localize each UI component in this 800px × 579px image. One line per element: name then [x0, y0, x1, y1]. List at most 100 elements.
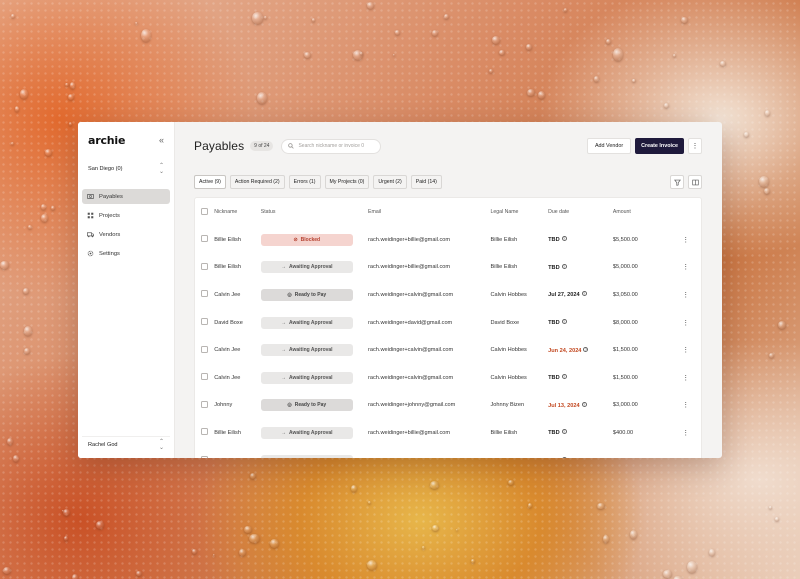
water-drop — [63, 536, 68, 542]
sidebar-item-projects[interactable]: Projects — [82, 208, 170, 223]
payables-table-card: Nickname Status Email Legal Name Due dat… — [194, 197, 702, 458]
chevron-updown-icon: ⌃ ⌄ — [158, 438, 164, 451]
tab-paid[interactable]: Paid (14) — [410, 175, 442, 189]
ready-icon: ◎ — [287, 402, 292, 409]
water-drop — [304, 52, 311, 59]
search-box[interactable] — [281, 138, 382, 154]
help-icon[interactable]: ? — [561, 429, 567, 435]
column-header-amount[interactable]: Amount — [613, 198, 671, 226]
row-more-icon[interactable]: ⋮ — [671, 254, 701, 282]
sidebar-item-settings[interactable]: Settings — [82, 246, 170, 261]
table-row[interactable]: Rihanna →Awaiting Approval rach.weidinger+… — [195, 447, 701, 458]
help-icon[interactable]: ? — [561, 263, 567, 269]
column-header-email[interactable]: Email — [368, 198, 490, 226]
water-drop — [709, 548, 715, 556]
help-icon[interactable]: ? — [561, 457, 567, 458]
cell-amount: $10,000.00 — [613, 447, 671, 459]
help-icon[interactable]: ? — [561, 319, 567, 325]
water-drop — [605, 38, 612, 44]
add-vendor-button[interactable]: Add Vendor — [586, 138, 632, 154]
water-drop — [13, 455, 20, 462]
row-checkbox[interactable] — [201, 318, 209, 326]
water-drop — [470, 558, 476, 563]
column-header-legal-name[interactable]: Legal Name — [490, 198, 548, 226]
cell-amount: $8,000.00 — [612, 319, 638, 326]
tab-active[interactable]: Active (9) — [194, 175, 226, 189]
water-drop — [528, 503, 533, 509]
water-drop — [192, 549, 197, 555]
row-more-icon[interactable]: ⋮ — [671, 309, 701, 337]
sidebar-item-payables[interactable]: Payables — [82, 189, 170, 204]
columns-icon[interactable] — [688, 175, 702, 189]
water-drop — [23, 287, 30, 295]
collapse-sidebar-icon[interactable]: « — [159, 135, 164, 145]
cell-amount: $400.00 — [612, 429, 634, 436]
help-icon[interactable]: ? — [561, 236, 567, 242]
water-drop — [632, 79, 636, 82]
row-more-icon[interactable]: ⋮ — [671, 281, 701, 309]
column-header-status[interactable]: Status — [261, 198, 368, 226]
water-drop — [41, 213, 48, 222]
table-row[interactable]: David Boxe → Awaiting Approval rach.weiding… — [195, 309, 701, 337]
cell-nickname: Calvin Jee — [214, 291, 241, 298]
water-drop — [537, 91, 545, 99]
cell-due-date: TBD — [548, 375, 560, 382]
user-menu[interactable]: Rachel God ⌃ ⌄ — [82, 436, 170, 452]
search-input[interactable] — [298, 143, 379, 149]
cell-amount: $3,050.00 — [612, 291, 638, 298]
water-drop — [68, 121, 73, 126]
water-drop — [597, 503, 606, 510]
row-more-icon[interactable]: ⋮ — [671, 226, 701, 254]
table-row[interactable]: Calvin Jee → Awaiting Approval rach.weiding… — [195, 364, 701, 392]
row-more-icon[interactable]: ⋮ — [671, 447, 701, 459]
table-row[interactable]: Billie Eilish → Awaiting Approval rach.weid… — [195, 254, 701, 282]
row-more-icon[interactable]: ⋮ — [671, 419, 701, 447]
table-row[interactable]: Calvin Jee → Awaiting Approval rach.weiding… — [195, 336, 701, 364]
chevron-updown-icon: ⌃ ⌄ — [158, 163, 164, 175]
status-label: Awaiting Approval — [288, 264, 333, 271]
cell-nickname: Johnny — [214, 402, 233, 409]
column-header-due-date[interactable]: Due date — [548, 198, 613, 226]
more-options-icon[interactable]: ⋮ — [688, 138, 702, 154]
water-drop — [264, 15, 267, 19]
row-checkbox[interactable] — [201, 262, 209, 270]
column-header-nickname[interactable]: Nickname — [214, 198, 261, 226]
help-icon[interactable]: ? — [583, 346, 589, 352]
help-icon[interactable]: ? — [561, 374, 567, 380]
tab-my-projects[interactable]: My Projects (0) — [324, 175, 370, 189]
cell-amount: $1,500.00 — [612, 347, 638, 354]
tab-action-required[interactable]: Action Required (2) — [229, 175, 285, 189]
table-row[interactable]: Calvin Jee ◎ Ready to Pay rach.weidinger+ca… — [195, 281, 701, 309]
cell-email: rach.weidinger+calvin@gmail.com — [368, 291, 454, 298]
tab-urgent[interactable]: Urgent (2) — [373, 175, 407, 189]
row-checkbox[interactable] — [201, 456, 209, 458]
row-more-icon[interactable]: ⋮ — [671, 392, 701, 420]
row-checkbox[interactable] — [201, 235, 209, 243]
row-more-icon[interactable]: ⋮ — [671, 364, 701, 392]
row-checkbox[interactable] — [201, 290, 209, 298]
cell-email: rach.weidinger+rihanna@gmail.com — [368, 447, 490, 459]
table-row[interactable]: Billie Eilish → Awaiting Approval rach.weid… — [195, 419, 701, 447]
help-icon[interactable]: ? — [581, 291, 587, 297]
sidebar-item-vendors[interactable]: Vendors — [82, 227, 170, 242]
row-more-icon[interactable]: ⋮ — [671, 336, 701, 364]
row-checkbox[interactable] — [201, 373, 209, 381]
select-all-checkbox[interactable] — [201, 207, 209, 215]
tab-errors[interactable]: Errors (1) — [288, 175, 321, 189]
cell-email: rach.weidinger+johnny@gmail.com — [368, 402, 456, 409]
row-checkbox[interactable] — [201, 345, 209, 353]
water-drop — [594, 76, 599, 82]
water-drop — [14, 105, 20, 112]
status-badge: →Awaiting Approval — [260, 454, 353, 458]
cell-legal-name: Rihanna — [490, 447, 548, 459]
cell-legal-name: Calvin Hobbes — [490, 291, 527, 298]
create-invoice-button[interactable]: Create Invoice — [635, 138, 684, 154]
help-icon[interactable]: ? — [581, 401, 587, 407]
row-checkbox[interactable] — [201, 428, 209, 436]
location-selector[interactable]: San Diego (0) ⌃ ⌄ — [82, 160, 170, 178]
row-checkbox[interactable] — [201, 400, 209, 408]
table-row[interactable]: Billie Eilish ⊘ Blocked rach.weidinger+bill… — [195, 226, 701, 254]
water-drop — [488, 68, 494, 74]
table-row[interactable]: Johnny ◎ Ready to Pay rach.weidinger+johnny… — [195, 392, 701, 420]
filter-icon[interactable] — [670, 175, 684, 189]
